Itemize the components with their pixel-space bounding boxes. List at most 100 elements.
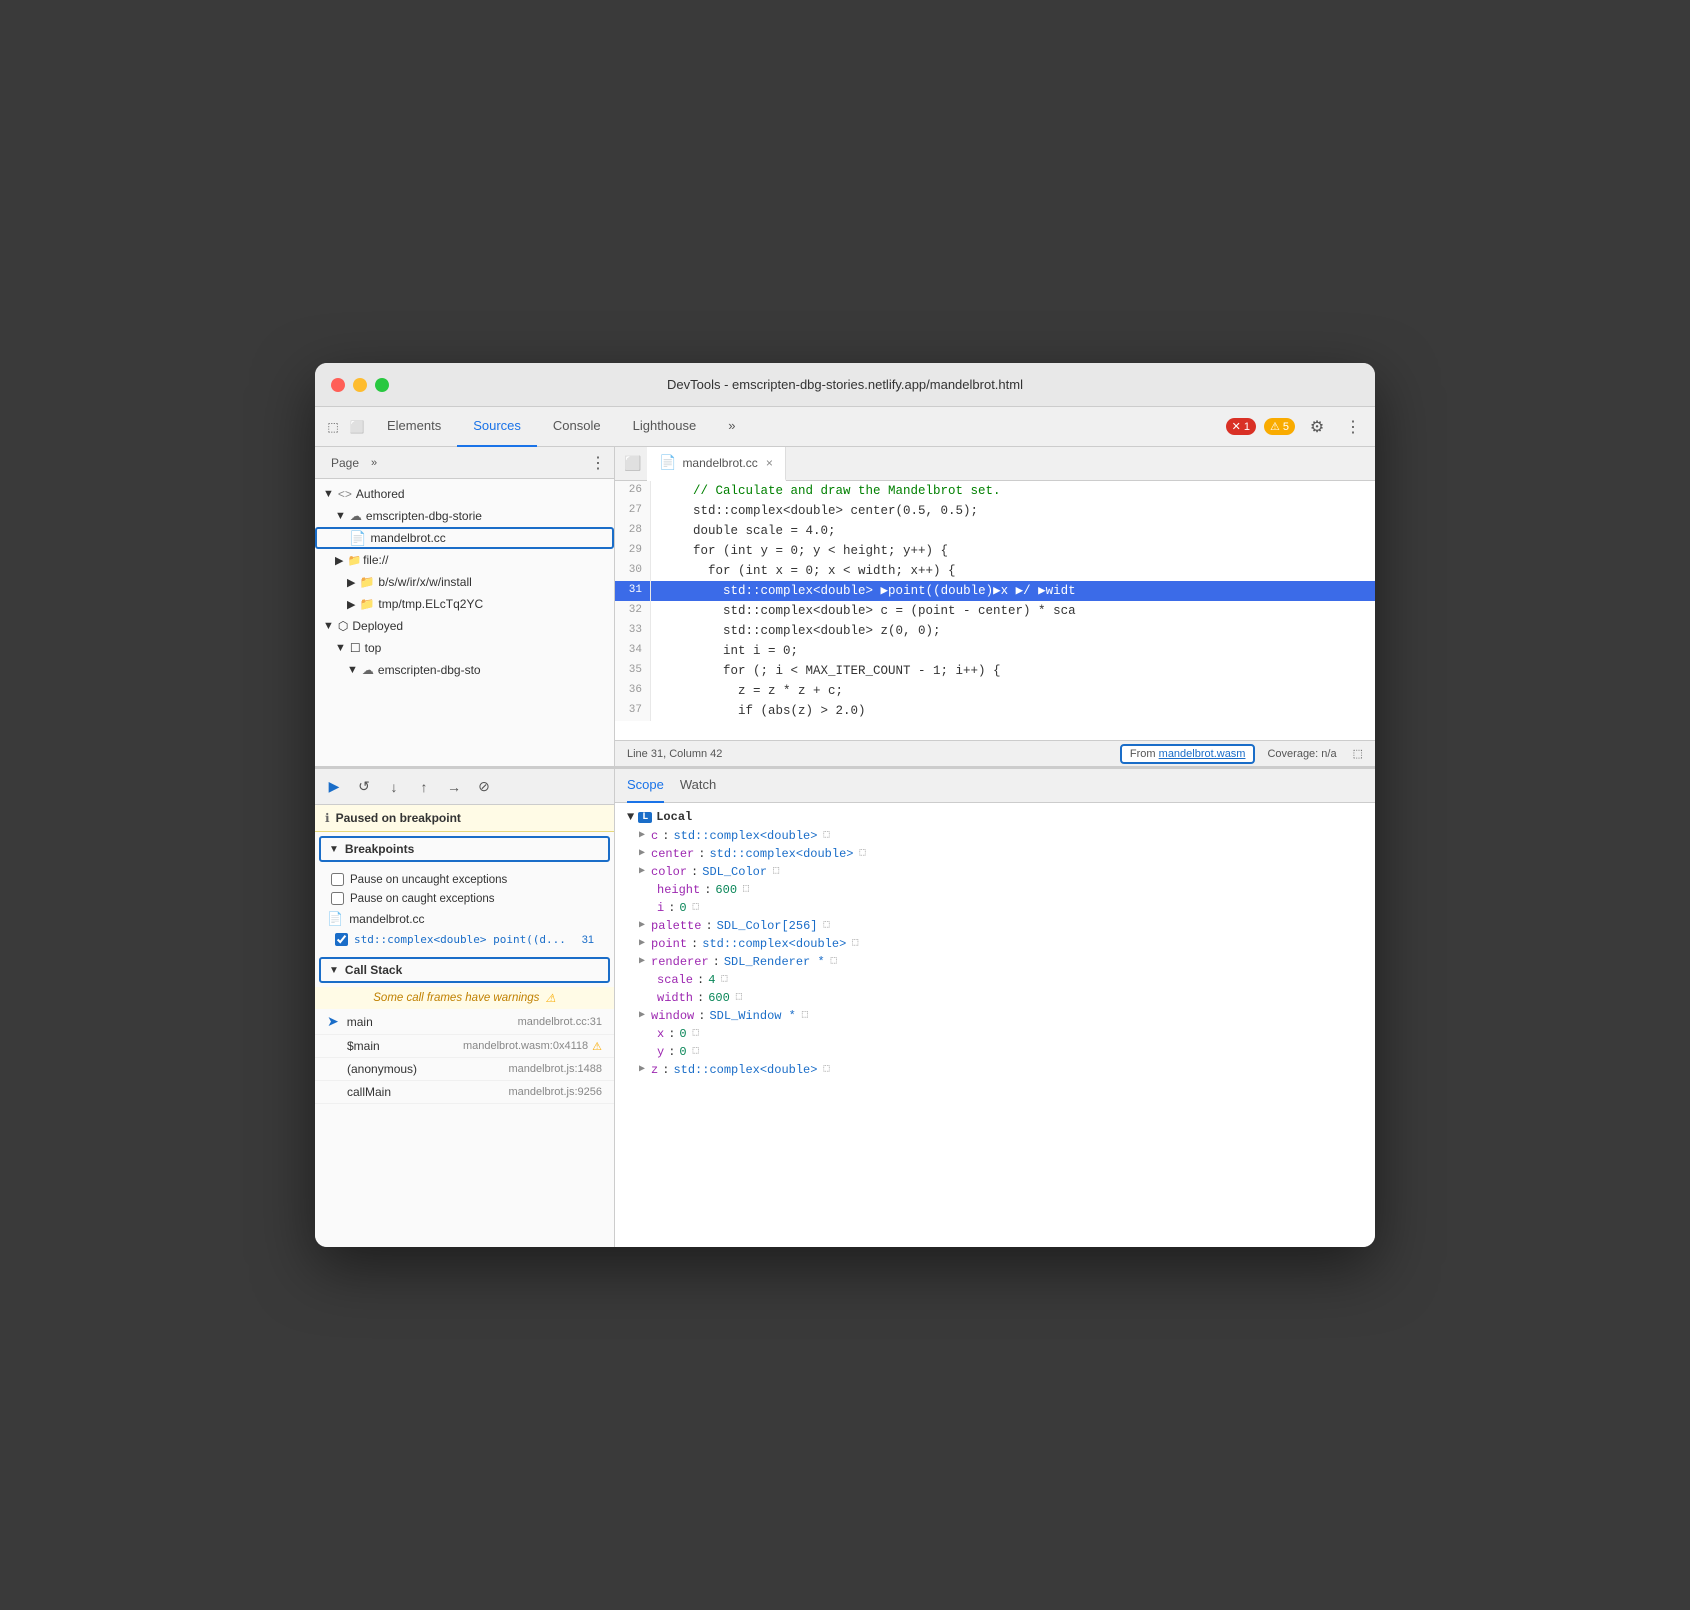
- tree-mandelbrot-file[interactable]: 📄 mandelbrot.cc: [315, 527, 614, 549]
- deactivate-breakpoints-button[interactable]: ⊘: [473, 776, 495, 798]
- tree-folder2[interactable]: ▶ 📁 tmp/tmp.ELcTq2YC: [315, 593, 614, 615]
- expand-icon[interactable]: ▶: [639, 1009, 645, 1021]
- scope-item-z[interactable]: ▶z: std::complex<double>⬚: [615, 1061, 1375, 1079]
- maximize-button[interactable]: [375, 378, 389, 392]
- step-button[interactable]: →: [443, 776, 465, 798]
- tree-file[interactable]: ▶ 📁 file://: [315, 549, 614, 571]
- tab-more[interactable]: »: [712, 407, 751, 447]
- tab-sources[interactable]: Sources: [457, 407, 537, 447]
- code-line-30[interactable]: 30 for (int x = 0; x < width; x++) {: [615, 561, 1375, 581]
- pointer-icon[interactable]: ⬚: [323, 417, 343, 437]
- code-line-35[interactable]: 35 for (; i < MAX_ITER_COUNT - 1; i++) {: [615, 661, 1375, 681]
- bp-entry-item[interactable]: std::complex<double> point((d... 31: [315, 930, 614, 949]
- expand-icon[interactable]: ▶: [639, 919, 645, 931]
- tab-close-button[interactable]: ×: [766, 456, 773, 470]
- scope-local-header[interactable]: ▼ L Local: [615, 807, 1375, 827]
- bp-entry-checkbox[interactable]: [335, 933, 348, 946]
- pause-uncaught-item[interactable]: Pause on uncaught exceptions: [315, 870, 614, 889]
- call-stack-section-header[interactable]: ▼ Call Stack: [319, 957, 610, 983]
- frame-location: mandelbrot.js:9256: [508, 1086, 602, 1098]
- code-line-36[interactable]: 36 z = z * z + c;: [615, 681, 1375, 701]
- call-frame-main[interactable]: ➤mainmandelbrot.cc:31: [315, 1009, 614, 1035]
- pause-caught-item[interactable]: Pause on caught exceptions: [315, 889, 614, 908]
- pause-caught-checkbox[interactable]: [331, 892, 344, 905]
- box-icon: ☐: [350, 641, 361, 655]
- panel-more-btn[interactable]: »: [371, 457, 377, 469]
- scope-tab-scope[interactable]: Scope: [627, 769, 664, 803]
- scope-value: 0: [679, 1027, 686, 1041]
- sidebar-toggle-icon[interactable]: ⬜: [619, 450, 647, 478]
- scope-item-color[interactable]: ▶color: SDL_Color⬚: [615, 863, 1375, 881]
- deployed-label: Deployed: [352, 619, 403, 633]
- scope-item-y[interactable]: y: 0⬚: [615, 1043, 1375, 1061]
- scope-tab-watch[interactable]: Watch: [680, 769, 716, 803]
- tree-top[interactable]: ▼ ☐ top: [315, 637, 614, 659]
- cursor-position: Line 31, Column 42: [627, 748, 722, 760]
- panel-dots-btn[interactable]: ⋮: [590, 453, 606, 473]
- tab-console[interactable]: Console: [537, 407, 617, 447]
- error-icon: ✕: [1232, 420, 1241, 433]
- expand-icon[interactable]: ▶: [639, 847, 645, 859]
- tree-authored[interactable]: ▼ <> Authored: [315, 483, 614, 505]
- call-frame-$main[interactable]: $mainmandelbrot.wasm:0x4118⚠: [315, 1035, 614, 1058]
- scope-item-width[interactable]: width: 600⬚: [615, 989, 1375, 1007]
- expand-icon[interactable]: ▶: [639, 865, 645, 877]
- expand-icon[interactable]: ▶: [639, 829, 645, 841]
- settings-icon[interactable]: ⬚: [1353, 747, 1363, 760]
- scope-item-point[interactable]: ▶point: std::complex<double>⬚: [615, 935, 1375, 953]
- scope-item-height[interactable]: height: 600⬚: [615, 881, 1375, 899]
- tree-emscripten[interactable]: ▼ ☁ emscripten-dbg-storie: [315, 505, 614, 527]
- pause-uncaught-checkbox[interactable]: [331, 873, 344, 886]
- code-line-26[interactable]: 26 // Calculate and draw the Mandelbrot …: [615, 481, 1375, 501]
- tree-folder1[interactable]: ▶ 📁 b/s/w/ir/x/w/install: [315, 571, 614, 593]
- close-button[interactable]: [331, 378, 345, 392]
- tab-elements[interactable]: Elements: [371, 407, 457, 447]
- scope-key: scale: [657, 973, 693, 987]
- scope-item-window[interactable]: ▶window: SDL_Window *⬚: [615, 1007, 1375, 1025]
- resume-button[interactable]: ▶: [323, 776, 345, 798]
- code-line-32[interactable]: 32 std::complex<double> c = (point - cen…: [615, 601, 1375, 621]
- call-frame-callMain[interactable]: callMainmandelbrot.js:9256: [315, 1081, 614, 1104]
- scope-colon: :: [698, 847, 705, 861]
- mobile-icon[interactable]: ⬜: [347, 417, 367, 437]
- step-over-button[interactable]: ↺: [353, 776, 375, 798]
- chevron-right-icon: ▶: [335, 554, 343, 567]
- line-number-32: 32: [615, 601, 651, 621]
- code-editor[interactable]: 26 // Calculate and draw the Mandelbrot …: [615, 481, 1375, 740]
- expand-icon[interactable]: ▶: [639, 955, 645, 967]
- wasm-file-link[interactable]: mandelbrot.wasm: [1159, 748, 1246, 760]
- scope-item-renderer[interactable]: ▶renderer: SDL_Renderer *⬚: [615, 953, 1375, 971]
- bp-file-item[interactable]: 📄 mandelbrot.cc: [315, 908, 614, 930]
- scope-item-x[interactable]: x: 0⬚: [615, 1025, 1375, 1043]
- step-out-button[interactable]: ↑: [413, 776, 435, 798]
- tab-lighthouse[interactable]: Lighthouse: [617, 407, 713, 447]
- expand-icon[interactable]: ▶: [639, 937, 645, 949]
- expand-icon[interactable]: ▶: [639, 1063, 645, 1075]
- step-into-button[interactable]: ↓: [383, 776, 405, 798]
- scope-item-palette[interactable]: ▶palette: SDL_Color[256]⬚: [615, 917, 1375, 935]
- more-menu-button[interactable]: ⋮: [1339, 413, 1367, 441]
- tree-deployed[interactable]: ▼ ⬡ Deployed: [315, 615, 614, 637]
- settings-button[interactable]: ⚙: [1303, 413, 1331, 441]
- scope-item-center[interactable]: ▶center: std::complex<double>⬚: [615, 845, 1375, 863]
- scope-key: c: [651, 829, 658, 843]
- breakpoints-section-header[interactable]: ▼ Breakpoints: [319, 836, 610, 862]
- scope-value: SDL_Window *: [709, 1009, 795, 1023]
- code-line-29[interactable]: 29 for (int y = 0; y < height; y++) {: [615, 541, 1375, 561]
- scope-item-i[interactable]: i: 0⬚: [615, 899, 1375, 917]
- call-frame-(anonymous)[interactable]: (anonymous)mandelbrot.js:1488: [315, 1058, 614, 1081]
- code-line-33[interactable]: 33 std::complex<double> z(0, 0);: [615, 621, 1375, 641]
- code-line-28[interactable]: 28 double scale = 4.0;: [615, 521, 1375, 541]
- code-line-37[interactable]: 37 if (abs(z) > 2.0): [615, 701, 1375, 721]
- minimize-button[interactable]: [353, 378, 367, 392]
- code-line-31[interactable]: 31 std::complex<double> ▶point((double)▶…: [615, 581, 1375, 601]
- scope-item-scale[interactable]: scale: 4⬚: [615, 971, 1375, 989]
- page-tab[interactable]: Page: [323, 454, 367, 472]
- wasm-indicator: ⬚: [823, 1063, 829, 1075]
- tree-emscripten2[interactable]: ▼ ☁ emscripten-dbg-sto: [315, 659, 614, 681]
- code-line-27[interactable]: 27 std::complex<double> center(0.5, 0.5)…: [615, 501, 1375, 521]
- editor-tab-mandelbrot[interactable]: 📄 mandelbrot.cc ×: [647, 447, 786, 481]
- code-line-34[interactable]: 34 int i = 0;: [615, 641, 1375, 661]
- scope-item-c[interactable]: ▶c: std::complex<double>⬚: [615, 827, 1375, 845]
- line-content-27: std::complex<double> center(0.5, 0.5);: [651, 501, 978, 521]
